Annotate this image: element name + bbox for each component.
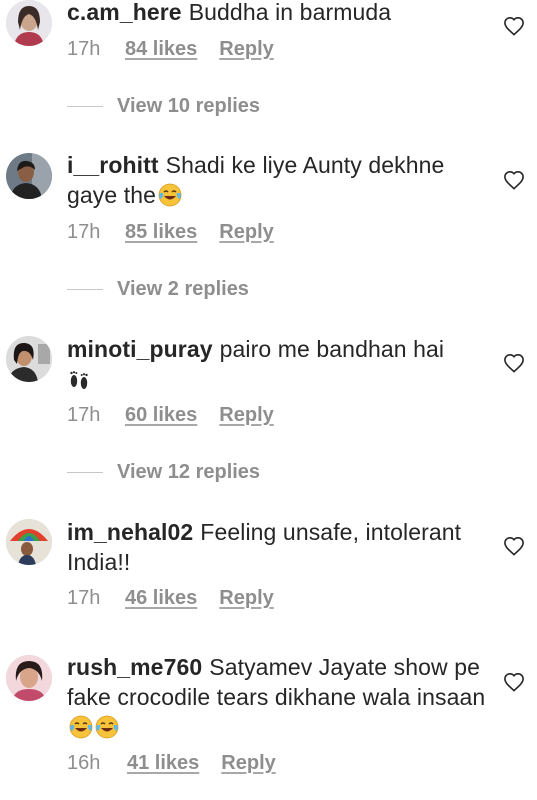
face-with-tears-of-joy-icon — [158, 183, 182, 207]
view-replies-button[interactable]: View 12 replies — [67, 457, 260, 487]
heart-outline-icon[interactable] — [503, 170, 525, 190]
likes-link[interactable]: 46 likes — [125, 586, 197, 610]
comment-meta: 17h 46 likes Reply — [67, 586, 274, 610]
comment-time: 17h — [67, 38, 101, 60]
likes-link[interactable]: 41 likes — [127, 751, 199, 775]
comment-meta: 17h 84 likes Reply — [67, 37, 274, 61]
comment-text: c.am_here Buddha in barmuda — [67, 0, 487, 27]
avatar[interactable] — [6, 519, 52, 565]
comment-text: i__rohitt Shadi ke liye Aunty dekhne gaye… — [67, 150, 487, 210]
heart-outline-icon[interactable] — [503, 16, 525, 36]
likes-link[interactable]: 84 likes — [125, 37, 197, 61]
face-with-tears-of-joy-icon — [69, 715, 93, 739]
comment-text: minoti_puray pairo me bandhan hai — [67, 334, 487, 394]
reply-button[interactable]: Reply — [221, 751, 275, 775]
comment-text: im_nehal02 Feeling unsafe, intolerant Ind… — [67, 517, 487, 577]
comment-username[interactable]: i__rohitt — [67, 152, 159, 178]
comment-meta: 17h 60 likes Reply — [67, 403, 274, 427]
comment-username[interactable]: c.am_here — [67, 0, 182, 25]
replies-divider — [67, 289, 103, 291]
comment-username[interactable]: minoti_puray — [67, 336, 213, 362]
likes-link[interactable]: 60 likes — [125, 403, 197, 427]
comment-time: 17h — [67, 404, 101, 426]
heart-outline-icon[interactable] — [503, 353, 525, 373]
comment-meta: 16h 41 likes Reply — [67, 751, 276, 775]
replies-divider — [67, 106, 103, 108]
replies-divider — [67, 472, 103, 474]
comment-time: 17h — [67, 587, 101, 609]
reply-button[interactable]: Reply — [219, 220, 273, 244]
reply-button[interactable]: Reply — [219, 403, 273, 427]
avatar[interactable] — [6, 336, 52, 382]
footprints-icon — [70, 371, 88, 389]
avatar[interactable] — [6, 0, 52, 46]
comment-time: 16h — [67, 752, 101, 774]
reply-button[interactable]: Reply — [219, 37, 273, 61]
view-replies-button[interactable]: View 2 replies — [67, 274, 249, 304]
avatar[interactable] — [6, 153, 52, 199]
face-with-tears-of-joy-icon — [95, 715, 119, 739]
comment-text: rush_me760 Satyamev Jayate show pe fake c… — [67, 652, 487, 742]
heart-outline-icon[interactable] — [503, 672, 525, 692]
view-replies-button[interactable]: View 10 replies — [67, 91, 260, 121]
heart-outline-icon[interactable] — [503, 536, 525, 556]
reply-button[interactable]: Reply — [219, 586, 273, 610]
comment-meta: 17h 85 likes Reply — [67, 220, 274, 244]
comment-time: 17h — [67, 221, 101, 243]
comment-body: pairo me bandhan hai — [219, 336, 445, 362]
avatar[interactable] — [6, 655, 52, 701]
comment-body: Buddha in barmuda — [188, 0, 392, 25]
view-replies-label: View 12 replies — [117, 461, 261, 483]
likes-link[interactable]: 85 likes — [125, 220, 197, 244]
view-replies-label: View 2 replies — [117, 278, 249, 300]
comment-username[interactable]: rush_me760 — [67, 654, 202, 680]
comment-username[interactable]: im_nehal02 — [67, 519, 193, 545]
view-replies-label: View 10 replies — [117, 95, 261, 117]
